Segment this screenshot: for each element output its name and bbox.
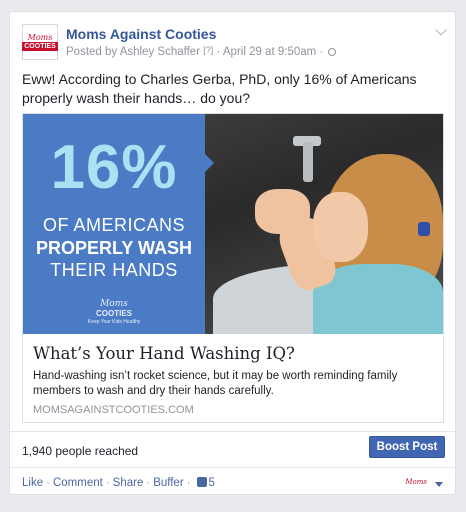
posted-by-link[interactable]: Posted by Ashley Schaffer: [66, 46, 200, 58]
image-brand-logo: Moms COOTIES Keep Your Kids Healthy: [79, 299, 149, 326]
hair-tie-graphic: [418, 222, 430, 236]
avatar-logo-text-top: Moms: [27, 32, 53, 42]
link-domain: MOMSAGAINSTCOOTIES.COM: [33, 404, 194, 416]
action-separator: ·: [46, 477, 50, 489]
post-text: Eww! According to Charles Gerba, PhD, on…: [22, 71, 417, 106]
action-separator: ·: [105, 477, 110, 489]
stat-line-2: PROPERLY WASH: [35, 238, 193, 258]
action-bar: Like · Comment · Share · Buffer · 5: [22, 477, 215, 489]
child-face-graphic: [313, 192, 368, 262]
stat-line-3: THEIR HANDS: [50, 260, 178, 280]
faucet-graphic: [303, 142, 313, 182]
post-meta: Posted by Ashley Schaffer [?] · April 29…: [66, 45, 337, 58]
link-description: Hand-washing isn’t rocket science, but i…: [33, 370, 398, 397]
child-hands-graphic: [255, 189, 310, 234]
image-logo-main: COOTIES: [95, 309, 132, 318]
stat-panel: 16% OF AMERICANS PROPERLY WASH THEIR HAN…: [23, 114, 205, 334]
stat-percent: 16%: [50, 133, 178, 202]
like-link[interactable]: Like: [22, 477, 43, 489]
posted-by-help-marker[interactable]: [?]: [203, 45, 213, 55]
divider: [10, 431, 455, 432]
globe-icon[interactable]: [328, 48, 337, 56]
avatar-logo-text-bottom: COOTIES: [22, 41, 58, 51]
image-logo-tagline: Keep Your Kids Healthy: [87, 319, 141, 325]
action-separator: ·: [146, 477, 151, 489]
page-avatar[interactable]: Moms COOTIES: [22, 24, 58, 60]
post-date-link[interactable]: April 29 at 9:50am: [223, 46, 316, 58]
page-voice-avatar[interactable]: Moms: [405, 478, 427, 486]
link-title[interactable]: What’s Your Hand Washing IQ?: [33, 344, 295, 363]
action-separator: ·: [186, 477, 191, 489]
link-preview[interactable]: 16% OF AMERICANS PROPERLY WASH THEIR HAN…: [22, 113, 444, 423]
meta-separator: ·: [216, 46, 221, 58]
post-card: Moms COOTIES Moms Against Cooties Posted…: [9, 11, 456, 495]
thumbs-up-icon[interactable]: [196, 477, 207, 487]
stat-panel-notch: [205, 154, 214, 172]
divider: [10, 467, 455, 468]
comment-link[interactable]: Comment: [53, 477, 103, 489]
page-name-link[interactable]: Moms Against Cooties: [66, 26, 216, 42]
chevron-down-icon[interactable]: [435, 24, 447, 36]
stat-line-1: OF AMERICANS: [42, 215, 186, 235]
share-link[interactable]: Share: [113, 477, 144, 489]
buffer-link[interactable]: Buffer: [153, 477, 183, 489]
meta-separator: ·: [319, 46, 324, 58]
image-logo-top: Moms: [100, 299, 128, 309]
link-preview-image[interactable]: 16% OF AMERICANS PROPERLY WASH THEIR HAN…: [23, 114, 443, 334]
like-count[interactable]: 5: [209, 477, 215, 489]
boost-post-button[interactable]: Boost Post: [369, 436, 445, 458]
caret-down-icon[interactable]: [435, 482, 443, 487]
people-reached[interactable]: 1,940 people reached: [22, 444, 138, 458]
